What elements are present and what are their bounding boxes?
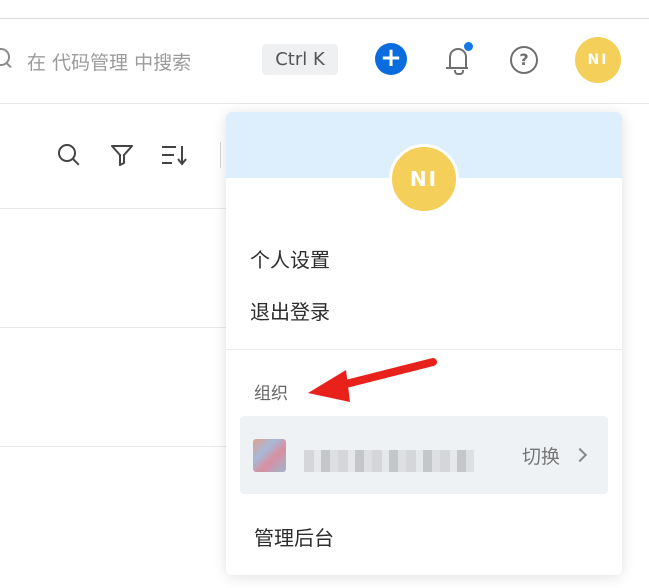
org-switch-row[interactable]: 切换 bbox=[240, 416, 608, 494]
personal-settings-item[interactable]: 个人设置 bbox=[250, 244, 330, 273]
annotation-arrow bbox=[308, 358, 437, 402]
shortcut-badge: Ctrl K bbox=[262, 44, 338, 75]
admin-console-item[interactable]: 管理后台 bbox=[254, 522, 334, 551]
toolbar-divider bbox=[220, 142, 221, 168]
logout-item[interactable]: 退出登录 bbox=[250, 296, 330, 325]
user-avatar[interactable]: NI bbox=[575, 37, 621, 83]
dropdown-avatar: NI bbox=[389, 144, 459, 214]
user-dropdown-menu: NI 个人设置 退出登录 组织 切换 管理后台 bbox=[226, 112, 622, 575]
bell-base bbox=[446, 67, 468, 69]
notification-dot bbox=[463, 41, 474, 52]
list-row-divider bbox=[0, 446, 230, 447]
toolbar-search-icon[interactable] bbox=[58, 144, 76, 162]
sort-icon[interactable] bbox=[160, 143, 190, 167]
add-button[interactable]: + bbox=[375, 43, 407, 75]
chevron-right-icon bbox=[572, 447, 588, 463]
help-icon[interactable]: ? bbox=[510, 46, 538, 74]
filter-icon[interactable] bbox=[110, 144, 134, 166]
list-row-divider bbox=[0, 208, 230, 209]
search-input[interactable]: 在 代码管理 中搜索 bbox=[27, 48, 191, 75]
org-logo bbox=[253, 439, 286, 472]
notification-bell-icon[interactable] bbox=[446, 41, 474, 75]
switch-org-button[interactable]: 切换 bbox=[522, 442, 560, 469]
org-section-label: 组织 bbox=[254, 384, 288, 404]
bell-body bbox=[449, 48, 467, 68]
list-row-divider bbox=[0, 327, 230, 328]
org-name-blurred bbox=[304, 450, 474, 472]
